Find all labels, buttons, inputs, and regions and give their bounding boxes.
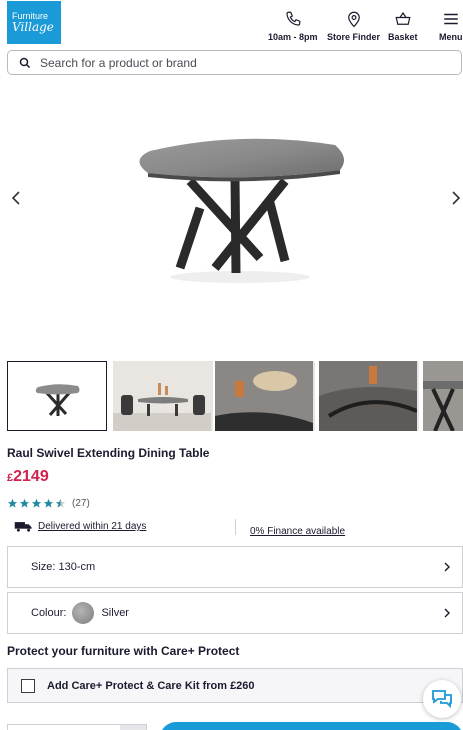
product-image-carousel[interactable] (0, 78, 463, 356)
star-full-icon (7, 498, 18, 508)
search-bar[interactable] (7, 50, 462, 75)
product-main-image (0, 138, 463, 356)
phone-icon (286, 11, 301, 26)
carousel-next-button[interactable] (446, 188, 463, 208)
colour-value: Silver (101, 607, 129, 619)
menu-label: Menu (439, 32, 463, 42)
store-finder-label: Store Finder (327, 32, 381, 42)
hamburger-icon (444, 13, 458, 25)
size-label: Size: 130-cm (31, 561, 96, 573)
thumbnail-image (35, 384, 80, 416)
star-rating (7, 498, 67, 509)
location-pin-icon (347, 11, 360, 28)
price-value: 2149 (13, 468, 49, 485)
furniture-village-logo[interactable]: Furniture Village (7, 1, 61, 44)
search-input[interactable] (40, 55, 420, 70)
thumbnail-image (215, 361, 313, 431)
thumbnail-strip (7, 361, 463, 432)
add-to-basket-button[interactable] (160, 722, 463, 730)
thumbnail-image (423, 361, 463, 431)
colour-selector[interactable]: Colour: Silver (7, 592, 463, 634)
star-full-icon (31, 498, 42, 508)
live-chat-button[interactable] (423, 680, 461, 718)
colour-swatch (72, 602, 95, 624)
colour-label: Colour: (31, 607, 67, 619)
basket-link[interactable]: Basket (388, 10, 418, 42)
care-plus-option[interactable]: Add Care+ Protect & Care Kit from £260 (7, 668, 463, 703)
opening-hours-link[interactable]: 10am - 8pm (268, 10, 318, 42)
quantity-stepper[interactable] (7, 724, 147, 730)
opening-hours-label: 10am - 8pm (268, 32, 318, 42)
delivery-label: Delivered within 21 days (38, 521, 147, 532)
product-rating[interactable]: (27) (7, 498, 90, 509)
logo-line-2: Village (12, 20, 54, 34)
quantity-decrement-button[interactable] (120, 725, 146, 730)
chevron-right-icon (444, 562, 450, 572)
care-plus-checkbox[interactable] (21, 678, 35, 693)
thumbnail-table-corner-detail[interactable] (319, 361, 419, 431)
finance-label: 0% Finance available (250, 526, 346, 537)
chat-bubbles-icon (432, 690, 452, 709)
chevron-right-icon (444, 608, 450, 618)
delivery-truck-icon (14, 522, 32, 532)
site-header: Furniture Village 10am - 8pm Store Finde… (0, 0, 463, 48)
thumbnail-table-studio[interactable] (7, 361, 107, 431)
info-divider (235, 519, 236, 535)
delivery-info-link[interactable]: Delivered within 21 days (14, 520, 146, 533)
product-price: £2149 (7, 468, 49, 486)
menu-button[interactable]: Menu (439, 10, 463, 42)
thumbnail-image (319, 361, 418, 431)
protect-heading: Protect your furniture with Care+ Protec… (7, 644, 240, 658)
basket-label: Basket (388, 32, 418, 42)
thumbnail-image (113, 361, 211, 431)
size-selector[interactable]: Size: 130-cm (7, 546, 463, 588)
carousel-prev-button[interactable] (6, 188, 26, 208)
search-icon (19, 57, 31, 68)
thumbnail-table-top-detail[interactable] (215, 361, 315, 431)
care-plus-label: Add Care+ Protect & Care Kit from £260 (47, 679, 255, 692)
thumbnail-dining-room[interactable] (113, 361, 213, 431)
thumbnail-table-base-detail[interactable] (423, 361, 463, 431)
star-full-icon (43, 498, 54, 508)
chevron-right-icon (452, 191, 461, 205)
rating-count: (27) (72, 498, 90, 509)
star-half-icon (55, 498, 66, 508)
finance-info-link[interactable]: 0% Finance available (250, 521, 345, 539)
star-full-icon (19, 498, 30, 508)
store-finder-link[interactable]: Store Finder (327, 10, 380, 42)
product-title: Raul Swivel Extending Dining Table (7, 446, 210, 460)
basket-icon (395, 11, 411, 25)
chevron-left-icon (11, 191, 20, 205)
